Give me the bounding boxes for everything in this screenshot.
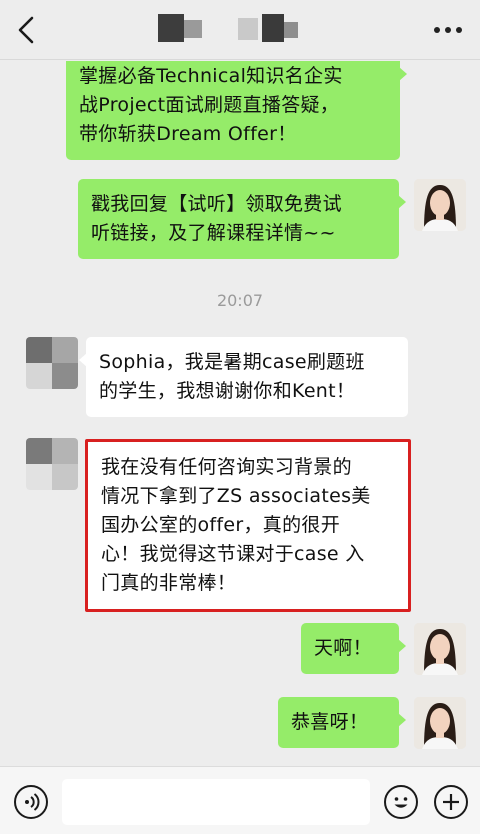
chat-header <box>0 0 480 60</box>
message-bubble-received-highlighted[interactable]: 我在没有任何咨询实习背景的 情况下拿到了ZS associates美 国办公室的… <box>85 439 411 612</box>
message-bubble-sent[interactable]: 天啊！ <box>301 623 406 674</box>
avatar-blurred <box>26 438 78 490</box>
message-bubble-sent[interactable]: 掌握必备Technical知识名企实 战Project面试刷题直播答疑， 带你斩… <box>66 61 407 160</box>
message-bubble-received[interactable]: Sophia，我是暑期case刷题班 的学生，我想谢谢你和Kent！ <box>79 337 408 417</box>
voice-icon[interactable] <box>14 785 48 819</box>
message-input-bar <box>0 766 480 834</box>
chevron-left-icon[interactable] <box>12 14 42 46</box>
avatar[interactable] <box>26 337 78 389</box>
message-bubble-sent[interactable]: 恭喜呀！ <box>278 697 406 748</box>
message-input[interactable] <box>62 779 370 825</box>
avatar-portrait <box>414 623 466 675</box>
message-timestamp: 20:07 <box>216 291 264 310</box>
avatar[interactable] <box>414 697 466 749</box>
avatar[interactable] <box>26 438 78 490</box>
emoji-icon[interactable] <box>384 785 418 819</box>
message-bubble-sent[interactable]: 戳我回复【试听】领取免费试 听链接，及了解课程详情~~ <box>78 179 406 259</box>
avatar[interactable] <box>414 179 466 231</box>
avatar-portrait <box>414 697 466 749</box>
chat-message-list[interactable]: 掌握必备Technical知识名企实 战Project面试刷题直播答疑， 带你斩… <box>0 61 480 766</box>
avatar-portrait <box>414 179 466 231</box>
avatar-blurred <box>26 337 78 389</box>
more-options-icon[interactable] <box>434 24 462 36</box>
plus-icon[interactable] <box>434 785 468 819</box>
chat-title-blurred <box>158 14 298 44</box>
avatar[interactable] <box>414 623 466 675</box>
